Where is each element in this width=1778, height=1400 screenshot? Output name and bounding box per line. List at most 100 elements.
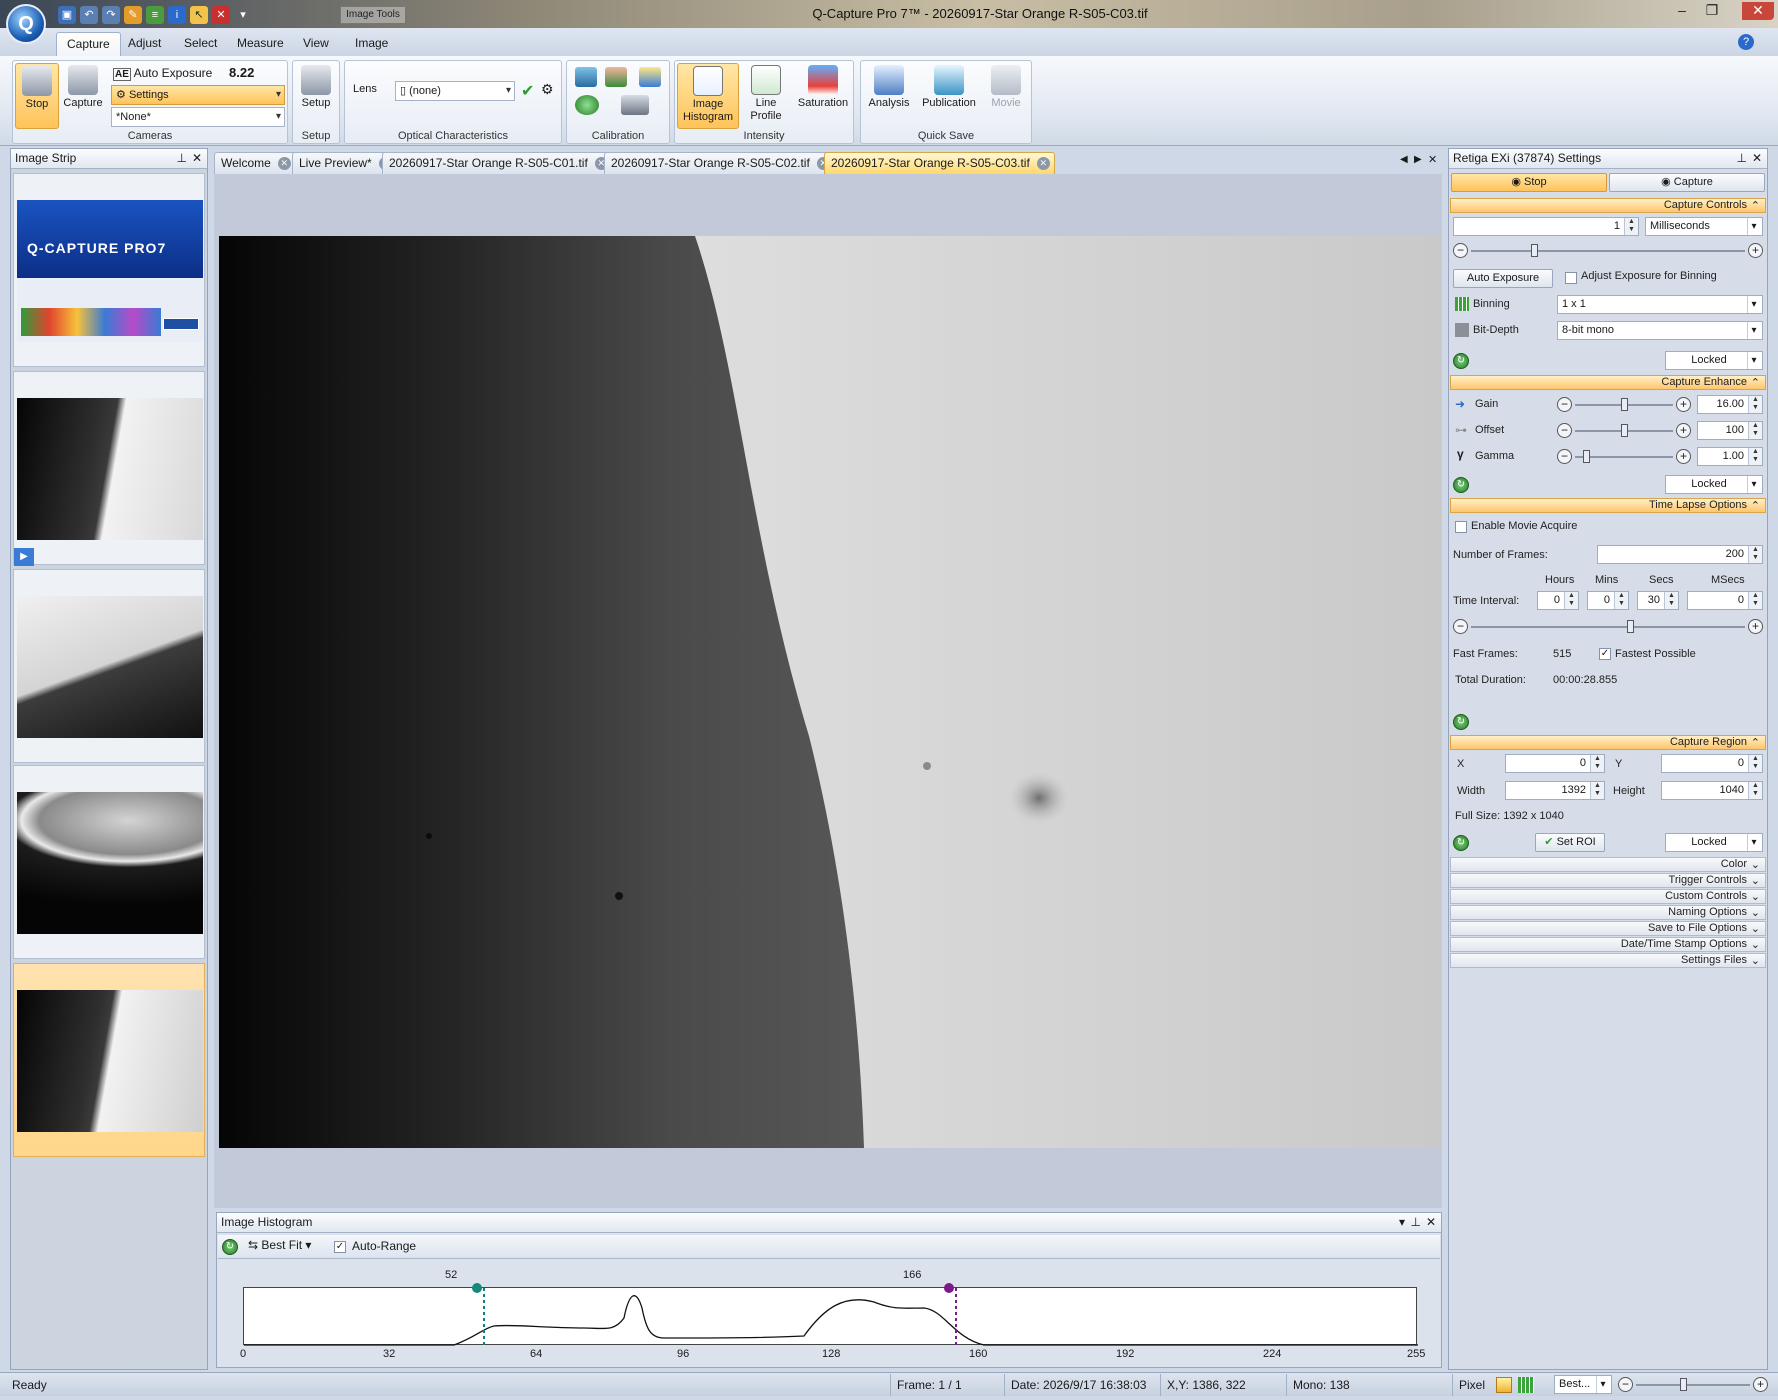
doc-tab-welcome[interactable]: Welcome ✕ xyxy=(214,152,296,174)
apply-check-icon[interactable]: ✔ xyxy=(521,81,534,101)
fastest-possible-checkbox[interactable]: ✓ xyxy=(1599,648,1611,660)
thumbnail-c01[interactable]: ▶ xyxy=(13,371,205,566)
tab-image[interactable]: Image xyxy=(345,32,398,56)
refresh-icon[interactable]: ↻ xyxy=(222,1239,238,1255)
roi-x-input[interactable]: 0 ▲ ▼ xyxy=(1505,754,1605,773)
doc-tab-c03[interactable]: 20260917-Star Orange R-S05-C03.tif ✕ xyxy=(824,152,1055,174)
spinner-icon[interactable]: ▲ ▼ xyxy=(1624,218,1638,235)
spinner-icon[interactable]: ▲ ▼ xyxy=(1748,448,1762,465)
set-roi-button[interactable]: ✔ Set ROI xyxy=(1535,833,1605,852)
refresh-icon[interactable]: ↻ xyxy=(1453,714,1469,730)
spinner-icon[interactable]: ▲ ▼ xyxy=(1748,422,1762,439)
lens-settings-icon[interactable]: ⚙ xyxy=(541,81,554,98)
minus-icon[interactable]: − xyxy=(1557,423,1572,438)
plus-icon[interactable]: + xyxy=(1676,423,1691,438)
saturation-button[interactable]: Saturation xyxy=(793,63,853,129)
roi-width-input[interactable]: 1392 ▲ ▼ xyxy=(1505,781,1605,800)
setup-button[interactable]: Setup xyxy=(294,63,338,129)
flat-field-icon[interactable] xyxy=(605,67,627,87)
plus-icon[interactable]: + xyxy=(1676,449,1691,464)
close-window-icon[interactable]: ✕ xyxy=(1742,2,1774,20)
gamma-slider[interactable]: − + xyxy=(1557,449,1691,465)
binning-dropdown[interactable]: 1 x 1 xyxy=(1557,295,1763,314)
tab-select[interactable]: Select xyxy=(174,32,227,56)
roi-height-input[interactable]: 1040 ▲ ▼ xyxy=(1661,781,1763,800)
image-mode-icon[interactable] xyxy=(1496,1377,1512,1393)
exposure-input[interactable]: 1 ▲ ▼ xyxy=(1453,217,1639,236)
zoom-slider[interactable]: − + xyxy=(1618,1377,1768,1393)
section-capture-region[interactable]: Capture Region xyxy=(1450,735,1766,750)
minus-icon[interactable]: − xyxy=(1557,397,1572,412)
spinner-icon[interactable]: ▲ ▼ xyxy=(1614,592,1628,609)
slider-thumb[interactable] xyxy=(1627,620,1634,633)
roi-y-input[interactable]: 0 ▲ ▼ xyxy=(1661,754,1763,773)
line-profile-button[interactable]: Line Profile xyxy=(741,63,791,129)
delete-icon[interactable]: ✕ xyxy=(212,6,230,24)
mins-input[interactable]: 0 ▲ ▼ xyxy=(1587,591,1629,610)
analysis-button[interactable]: Analysis xyxy=(863,63,915,129)
info-icon[interactable]: i xyxy=(168,6,186,24)
thumbnail-c03-preview[interactable] xyxy=(13,765,205,959)
slider-thumb[interactable] xyxy=(1621,424,1628,437)
refresh-icon[interactable]: ↻ xyxy=(1453,477,1469,493)
undo-icon[interactable]: ↶ xyxy=(80,6,98,24)
doc-tab-c02[interactable]: 20260917-Star Orange R-S05-C02.tif✕ xyxy=(604,152,835,174)
plus-icon[interactable]: + xyxy=(1753,1377,1768,1392)
main-image-canvas[interactable] xyxy=(219,236,1441,1148)
auto-exposure-row[interactable]: AE Auto Exposure 8.22 FPS xyxy=(113,63,283,100)
refresh-icon[interactable]: ↻ xyxy=(1453,353,1469,369)
tab-view[interactable]: View xyxy=(293,32,339,56)
thumbnail-c03[interactable] xyxy=(13,963,205,1157)
gain-slider[interactable]: − + xyxy=(1557,397,1691,413)
thumbnail-welcome[interactable]: Q-CAPTURE PRO7 xyxy=(13,173,205,367)
minus-icon[interactable]: − xyxy=(1453,619,1468,634)
spinner-icon[interactable]: ▲ ▼ xyxy=(1590,782,1604,799)
movie-button[interactable]: Movie xyxy=(983,63,1029,129)
plus-icon[interactable]: + xyxy=(1748,243,1763,258)
section-save-to-file[interactable]: Save to File Options xyxy=(1450,921,1766,936)
gamma-input[interactable]: 1.00 ▲ ▼ xyxy=(1697,447,1763,466)
frames-input[interactable]: 200 ▲ ▼ xyxy=(1597,545,1763,564)
section-color[interactable]: Color xyxy=(1450,857,1766,872)
close-panel-icon[interactable]: ✕ xyxy=(1752,149,1762,168)
plus-icon[interactable]: + xyxy=(1748,619,1763,634)
help-icon[interactable]: ? xyxy=(1738,34,1754,50)
capture-region-locked-dropdown[interactable]: Locked xyxy=(1665,833,1763,852)
image-histogram-button[interactable]: Image Histogram xyxy=(677,63,739,129)
calibration-camera-icon[interactable] xyxy=(621,95,649,115)
tab-adjust[interactable]: Adjust xyxy=(118,32,171,56)
section-naming-options[interactable]: Naming Options xyxy=(1450,905,1766,920)
section-capture-enhance[interactable]: Capture Enhance xyxy=(1450,375,1766,390)
minus-icon[interactable]: − xyxy=(1557,449,1572,464)
interval-slider[interactable]: − + xyxy=(1453,619,1763,635)
settings-capture-button[interactable]: ◉ Capture xyxy=(1609,173,1765,192)
zoom-dropdown[interactable]: Best... xyxy=(1554,1375,1612,1394)
preset-dropdown[interactable]: *None* xyxy=(111,107,285,127)
close-tab-icon[interactable]: ✕ xyxy=(277,157,291,170)
window-icon[interactable]: ▣ xyxy=(58,6,76,24)
pointer-icon[interactable]: ↖ xyxy=(190,6,208,24)
minus-icon[interactable]: − xyxy=(1618,1377,1633,1392)
lens-dropdown[interactable]: ▯ (none) xyxy=(395,81,515,101)
tab-scroll-left-icon[interactable]: ◀ xyxy=(1400,154,1408,165)
doc-tab-live-preview[interactable]: Live Preview*✕ xyxy=(292,152,397,174)
section-time-lapse[interactable]: Time Lapse Options xyxy=(1450,498,1766,513)
spinner-icon[interactable]: ▲ ▼ xyxy=(1590,755,1604,772)
offset-input[interactable]: 100 ▲ ▼ xyxy=(1697,421,1763,440)
thumbnail-c02[interactable] xyxy=(13,569,205,763)
refresh-icon[interactable]: ↻ xyxy=(1453,835,1469,851)
slider-thumb[interactable] xyxy=(1583,450,1590,463)
close-tab-icon[interactable]: ✕ xyxy=(1036,157,1050,170)
capture-enhance-locked-dropdown[interactable]: Locked xyxy=(1665,475,1763,494)
section-capture-controls[interactable]: Capture Controls xyxy=(1450,198,1766,213)
capture-button[interactable]: Capture xyxy=(61,63,105,129)
offset-slider[interactable]: − + xyxy=(1557,423,1691,439)
hours-input[interactable]: 0 ▲ ▼ xyxy=(1537,591,1579,610)
exposure-unit-dropdown[interactable]: Milliseconds xyxy=(1645,217,1763,236)
settings-dropdown[interactable]: ⚙ Settings xyxy=(111,85,285,105)
section-trigger-controls[interactable]: Trigger Controls xyxy=(1450,873,1766,888)
spinner-icon[interactable]: ▲ ▼ xyxy=(1664,592,1678,609)
tab-scroll-right-icon[interactable]: ▶ xyxy=(1414,154,1422,165)
auto-exposure-button[interactable]: Auto Exposure xyxy=(1453,269,1553,288)
secs-input[interactable]: 30 ▲ ▼ xyxy=(1637,591,1679,610)
